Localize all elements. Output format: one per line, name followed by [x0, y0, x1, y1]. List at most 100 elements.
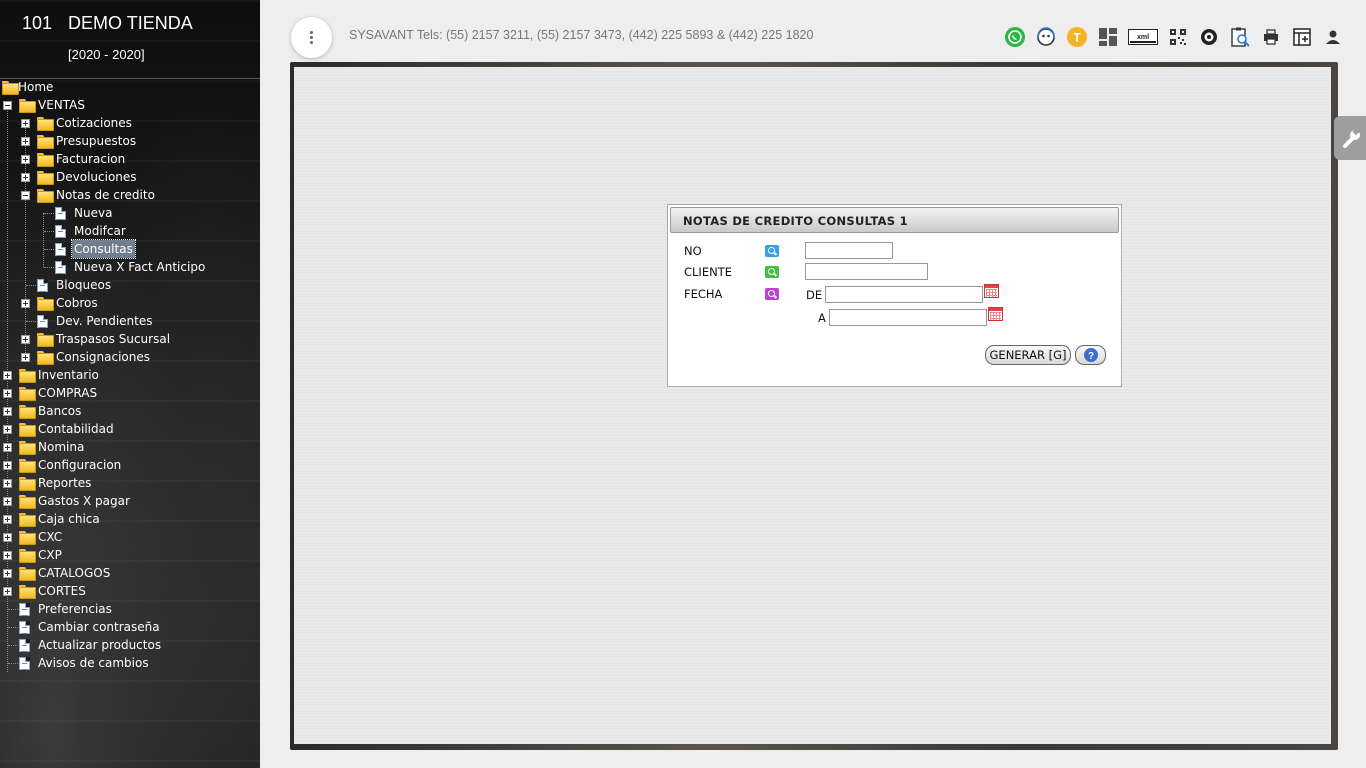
- tree-item-notas-de-credito[interactable]: Notas de credito: [0, 186, 260, 204]
- folder-icon: [19, 369, 36, 383]
- tree-item-ventas[interactable]: VENTAS: [0, 96, 260, 114]
- tree-item-home[interactable]: Home: [0, 78, 260, 96]
- printer-icon[interactable]: [1260, 26, 1282, 48]
- tree-item-avisos[interactable]: Avisos de cambios: [0, 654, 260, 672]
- tree-item-traspasos[interactable]: Traspasos Sucursal: [0, 330, 260, 348]
- dashboard-icon[interactable]: [1097, 26, 1119, 48]
- expand-icon[interactable]: [3, 515, 12, 524]
- help-button[interactable]: ?: [1075, 345, 1106, 365]
- folder-icon: [19, 531, 36, 545]
- layout-add-icon[interactable]: [1291, 26, 1313, 48]
- expand-icon[interactable]: [3, 443, 12, 452]
- collapse-icon[interactable]: [21, 191, 30, 200]
- user-icon[interactable]: [1322, 26, 1344, 48]
- calendar-icon[interactable]: [984, 284, 999, 298]
- tree-connector: [26, 285, 36, 286]
- tree-item-catalogos[interactable]: CATALOGOS: [0, 564, 260, 582]
- expand-icon[interactable]: [3, 533, 12, 542]
- no-input[interactable]: [805, 242, 893, 259]
- tree-item-consultas[interactable]: Consultas: [0, 239, 260, 259]
- expand-icon[interactable]: [3, 461, 12, 470]
- expand-icon[interactable]: [3, 569, 12, 578]
- tree-item-actualizar-productos[interactable]: Actualizar productos: [0, 636, 260, 654]
- fecha-a-input[interactable]: [829, 309, 987, 326]
- tree-item-presupuestos[interactable]: Presupuestos: [0, 132, 260, 150]
- clipboard-search-icon[interactable]: [1229, 26, 1251, 48]
- document-icon: [19, 621, 30, 634]
- tree-item-cxp[interactable]: CXP: [0, 546, 260, 564]
- tree-item-cambiar-contrasena[interactable]: Cambiar contraseña: [0, 618, 260, 636]
- xml-icon[interactable]: xml: [1128, 26, 1158, 48]
- top-bar: SYSAVANT Tels: (55) 2157 3211, (55) 2157…: [260, 0, 1366, 62]
- tree-item-gastos[interactable]: Gastos X pagar: [0, 492, 260, 510]
- tree-item-devoluciones[interactable]: Devoluciones: [0, 168, 260, 186]
- dot: [310, 41, 313, 44]
- dot: [310, 31, 313, 34]
- tools-tab[interactable]: [1334, 116, 1366, 160]
- expand-icon[interactable]: [3, 587, 12, 596]
- sidebar: 101 DEMO TIENDA [2020 - 2020] Home VENTAS…: [0, 0, 260, 768]
- cliente-input[interactable]: [805, 263, 928, 280]
- support-chat-icon[interactable]: [1035, 26, 1057, 48]
- expand-icon[interactable]: [21, 173, 30, 182]
- tree-item-label: Inventario: [38, 368, 99, 382]
- tree-item-bancos[interactable]: Bancos: [0, 402, 260, 420]
- more-menu-button[interactable]: [291, 17, 332, 58]
- folder-open-icon: [37, 189, 54, 203]
- search-no-icon[interactable]: [765, 245, 779, 257]
- tree-item-cxc[interactable]: CXC: [0, 528, 260, 546]
- expand-icon[interactable]: [3, 407, 12, 416]
- tree-item-preferencias[interactable]: Preferencias: [0, 600, 260, 618]
- expand-icon[interactable]: [21, 353, 30, 362]
- expand-icon[interactable]: [21, 137, 30, 146]
- folder-icon: [19, 423, 36, 437]
- tree-item-label: Traspasos Sucursal: [56, 332, 171, 346]
- tree-item-facturacion[interactable]: Facturacion: [0, 150, 260, 168]
- tree-item-cotizaciones[interactable]: Cotizaciones: [0, 114, 260, 132]
- expand-icon[interactable]: [21, 119, 30, 128]
- tree-item-dev-pendientes[interactable]: Dev. Pendientes: [0, 312, 260, 330]
- collapse-icon[interactable]: [3, 101, 12, 110]
- tree-item-nueva-anticipo[interactable]: Nueva X Fact Anticipo: [0, 258, 260, 276]
- expand-icon[interactable]: [3, 389, 12, 398]
- expand-icon[interactable]: [3, 497, 12, 506]
- qr-code-icon[interactable]: [1167, 26, 1189, 48]
- tree-item-label: Modifcar: [74, 224, 126, 238]
- expand-icon[interactable]: [3, 479, 12, 488]
- tree-item-modificar[interactable]: Modifcar: [0, 222, 260, 240]
- expand-icon[interactable]: [3, 371, 12, 380]
- expand-icon[interactable]: [3, 425, 12, 434]
- tree-item-nueva[interactable]: Nueva: [0, 204, 260, 222]
- expand-icon[interactable]: [21, 155, 30, 164]
- tree-item-compras[interactable]: COMPRAS: [0, 384, 260, 402]
- year-range: [2020 - 2020]: [68, 47, 145, 62]
- expand-icon[interactable]: [21, 299, 30, 308]
- tree-item-inventario[interactable]: Inventario: [0, 366, 260, 384]
- search-fecha-icon[interactable]: [765, 288, 779, 300]
- tree-item-label: VENTAS: [38, 98, 85, 112]
- navigation-tree: Home VENTAS Cotizaciones Presupuestos Fa…: [0, 78, 260, 672]
- search-cliente-icon[interactable]: [765, 266, 779, 278]
- tree-item-nomina[interactable]: Nomina: [0, 438, 260, 456]
- tree-item-label: Preferencias: [38, 602, 112, 616]
- calendar-icon[interactable]: [988, 307, 1003, 321]
- tree-item-reportes[interactable]: Reportes: [0, 474, 260, 492]
- tree-item-bloqueos[interactable]: Bloqueos: [0, 276, 260, 294]
- whatsapp-icon[interactable]: [1004, 26, 1026, 48]
- folder-icon: [37, 117, 54, 131]
- fecha-de-input[interactable]: [825, 286, 983, 303]
- tire-icon[interactable]: [1198, 26, 1220, 48]
- folder-open-icon: [19, 99, 36, 113]
- expand-icon[interactable]: [3, 551, 12, 560]
- tree-item-configuracion[interactable]: Configuracion: [0, 456, 260, 474]
- tree-item-cortes[interactable]: CORTES: [0, 582, 260, 600]
- tree-item-consignaciones[interactable]: Consignaciones: [0, 348, 260, 366]
- t-badge-icon[interactable]: T: [1066, 26, 1088, 48]
- tree-item-cobros[interactable]: Cobros: [0, 294, 260, 312]
- expand-icon[interactable]: [21, 335, 30, 344]
- generar-button[interactable]: GENERAR [G]: [985, 345, 1071, 365]
- tree-item-label: Nomina: [38, 440, 85, 454]
- tree-item-contabilidad[interactable]: Contabilidad: [0, 420, 260, 438]
- tree-connector: [44, 249, 54, 250]
- tree-item-caja-chica[interactable]: Caja chica: [0, 510, 260, 528]
